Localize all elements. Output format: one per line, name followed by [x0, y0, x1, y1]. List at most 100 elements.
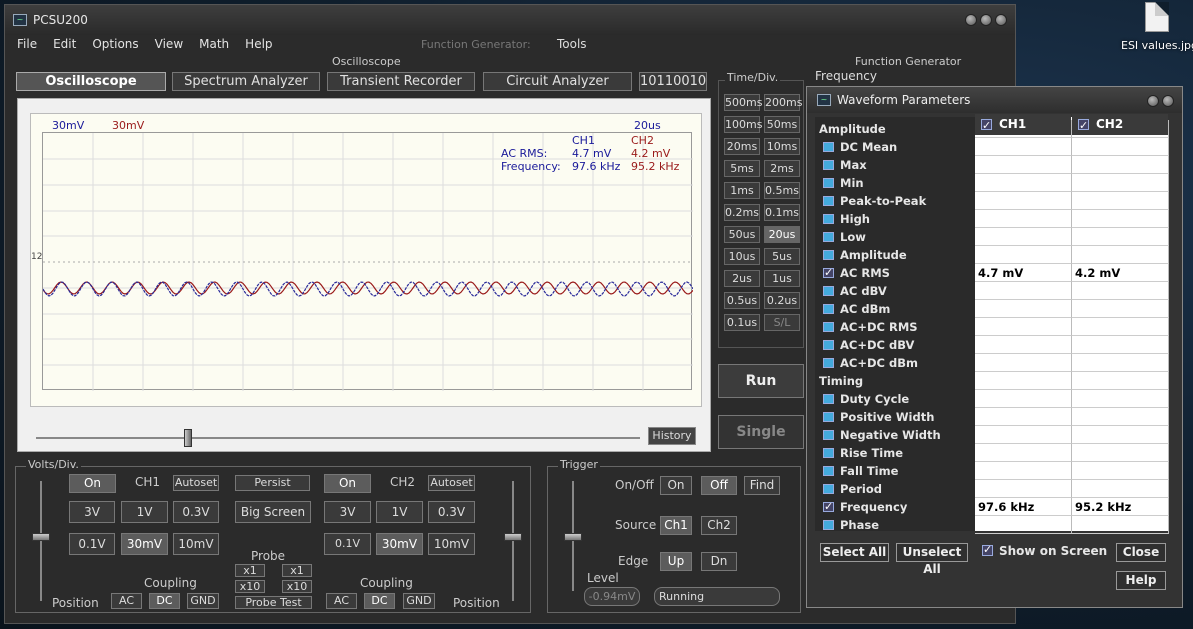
timediv-0.5us-button[interactable]: 0.5us	[724, 292, 760, 309]
menu-view[interactable]: View	[155, 37, 183, 51]
menu-options[interactable]: Options	[92, 37, 138, 51]
timediv-10us-button[interactable]: 10us	[724, 248, 760, 265]
wp-param-row[interactable]: Min	[815, 174, 975, 192]
trigger-off-button[interactable]: Off	[701, 476, 737, 495]
param-checkbox[interactable]	[823, 178, 834, 188]
ch2-0.3v-button[interactable]: 0.3V	[428, 501, 475, 523]
timediv-10ms-button[interactable]: 10ms	[764, 138, 800, 155]
wp-param-row[interactable]: DC Mean	[815, 138, 975, 156]
timediv-100ms-button[interactable]: 100ms	[724, 116, 762, 133]
wp-param-row[interactable]: AC+DC RMS	[815, 318, 975, 336]
ch1-autoset-button[interactable]: Autoset	[173, 475, 219, 491]
wp-param-row[interactable]: AC dBV	[815, 282, 975, 300]
trigger-source-ch1[interactable]: Ch1	[660, 516, 692, 535]
timediv-SL-button[interactable]: S/L	[764, 314, 800, 331]
param-checkbox[interactable]	[823, 232, 834, 242]
ch2-0.1v-button[interactable]: 0.1V	[324, 533, 371, 555]
timediv-2us-button[interactable]: 2us	[724, 270, 760, 287]
param-checkbox[interactable]	[823, 484, 834, 494]
mode-oscilloscope-button[interactable]: Oscilloscope	[16, 72, 166, 91]
wp-param-row[interactable]: Frequency	[815, 498, 975, 516]
ch2-3v-button[interactable]: 3V	[324, 501, 371, 523]
wp-param-row[interactable]: Duty Cycle	[815, 390, 975, 408]
trigger-level-knob[interactable]	[564, 533, 582, 541]
wp-param-row[interactable]: Peak-to-Peak	[815, 192, 975, 210]
ch1-position-track[interactable]	[40, 481, 42, 601]
single-button[interactable]: Single	[718, 415, 804, 449]
ch2-probe-x10[interactable]: x10	[282, 580, 312, 593]
ch1-1v-button[interactable]: 1V	[121, 501, 168, 523]
ch2-position-knob[interactable]	[504, 533, 522, 541]
timediv-1us-button[interactable]: 1us	[764, 270, 800, 287]
ch1-3v-button[interactable]: 3V	[69, 501, 115, 523]
trigger-on-button[interactable]: On	[660, 476, 692, 495]
param-checkbox[interactable]	[823, 250, 834, 260]
trigger-edge-up[interactable]: Up	[660, 552, 692, 571]
ch1-probe-x10[interactable]: x10	[235, 580, 265, 593]
param-checkbox[interactable]	[823, 286, 834, 296]
wp-close-window-button[interactable]	[1162, 95, 1174, 107]
timediv-200ms-button[interactable]: 200ms	[764, 94, 802, 111]
tab-function-generator[interactable]: Function Generator:	[421, 38, 531, 51]
show-on-screen-checkbox[interactable]: ✓	[982, 544, 993, 556]
scope-screen[interactable]: 30mV 30mV 20us 12 CH1 CH2 AC RMS: 4.7 mV…	[30, 113, 702, 407]
wp-help-button[interactable]: Help	[1116, 571, 1166, 590]
wp-param-row[interactable]: Positive Width	[815, 408, 975, 426]
persist-button[interactable]: Persist	[235, 475, 310, 491]
ch1-gnd-button[interactable]: GND	[187, 593, 219, 609]
timediv-20ms-button[interactable]: 20ms	[724, 138, 760, 155]
ch2-dc-button[interactable]: DC	[364, 593, 395, 609]
big-screen-button[interactable]: Big Screen	[235, 501, 311, 523]
timediv-2ms-button[interactable]: 2ms	[764, 160, 800, 177]
timediv-1ms-button[interactable]: 1ms	[724, 182, 760, 199]
wp-param-row[interactable]: Fall Time	[815, 462, 975, 480]
param-checkbox[interactable]	[823, 340, 834, 350]
ch1-position-knob[interactable]	[32, 533, 50, 541]
param-checkbox[interactable]	[823, 394, 834, 404]
ch2-on-button[interactable]: On	[324, 474, 371, 493]
param-checkbox[interactable]	[823, 214, 834, 224]
wp-param-row[interactable]: AC+DC dBm	[815, 354, 975, 372]
param-checkbox[interactable]	[823, 322, 834, 332]
param-checkbox[interactable]	[823, 196, 834, 206]
param-checkbox[interactable]	[823, 142, 834, 152]
ch1-30mv-button[interactable]: 30mV	[121, 533, 168, 555]
ch2-gnd-button[interactable]: GND	[403, 593, 435, 609]
wp-param-row[interactable]: High	[815, 210, 975, 228]
ch1-0.1v-button[interactable]: 0.1V	[69, 533, 115, 555]
trigger-source-ch2[interactable]: Ch2	[701, 516, 737, 535]
wp-param-row[interactable]: AC RMS	[815, 264, 975, 282]
ch2-position-track[interactable]	[512, 481, 514, 601]
timediv-0.5ms-button[interactable]: 0.5ms	[764, 182, 800, 199]
tab-tools[interactable]: Tools	[557, 37, 587, 51]
mode-circuit-analyzer-button[interactable]: Circuit Analyzer	[483, 72, 632, 91]
ch2-30mv-button[interactable]: 30mV	[376, 533, 423, 555]
param-checkbox[interactable]	[823, 448, 834, 458]
menu-file[interactable]: File	[17, 37, 37, 51]
tab-oscilloscope-label[interactable]: Oscilloscope	[332, 55, 401, 68]
wp-param-row[interactable]: Low	[815, 228, 975, 246]
desktop-file-icon[interactable]: ESI values.jpg	[1121, 2, 1193, 52]
param-checkbox[interactable]	[823, 304, 834, 314]
wp-param-row[interactable]: Phase	[815, 516, 975, 534]
param-checkbox[interactable]	[823, 520, 834, 530]
ch1-10mv-button[interactable]: 10mV	[173, 533, 219, 555]
trigger-edge-dn[interactable]: Dn	[701, 552, 737, 571]
wp-close-button[interactable]: Close	[1116, 543, 1166, 562]
close-button[interactable]	[995, 14, 1007, 26]
wp-param-row[interactable]: AC+DC dBV	[815, 336, 975, 354]
param-checkbox[interactable]	[823, 358, 834, 368]
wp-param-row[interactable]: Period	[815, 480, 975, 498]
ch2-10mv-button[interactable]: 10mV	[428, 533, 475, 555]
scroll-handle[interactable]	[184, 429, 192, 447]
menu-help[interactable]: Help	[245, 37, 272, 51]
select-all-button[interactable]: Select All	[820, 543, 889, 562]
scroll-track[interactable]	[36, 437, 640, 439]
history-button[interactable]: History	[648, 427, 696, 445]
ch1-0.3v-button[interactable]: 0.3V	[173, 501, 219, 523]
timediv-0.2us-button[interactable]: 0.2us	[764, 292, 800, 309]
timediv-20us-button[interactable]: 20us	[764, 226, 800, 243]
probe-test-button[interactable]: Probe Test	[235, 596, 312, 609]
param-checkbox-checked[interactable]	[823, 264, 834, 282]
unselect-all-button[interactable]: Unselect All	[896, 543, 968, 576]
